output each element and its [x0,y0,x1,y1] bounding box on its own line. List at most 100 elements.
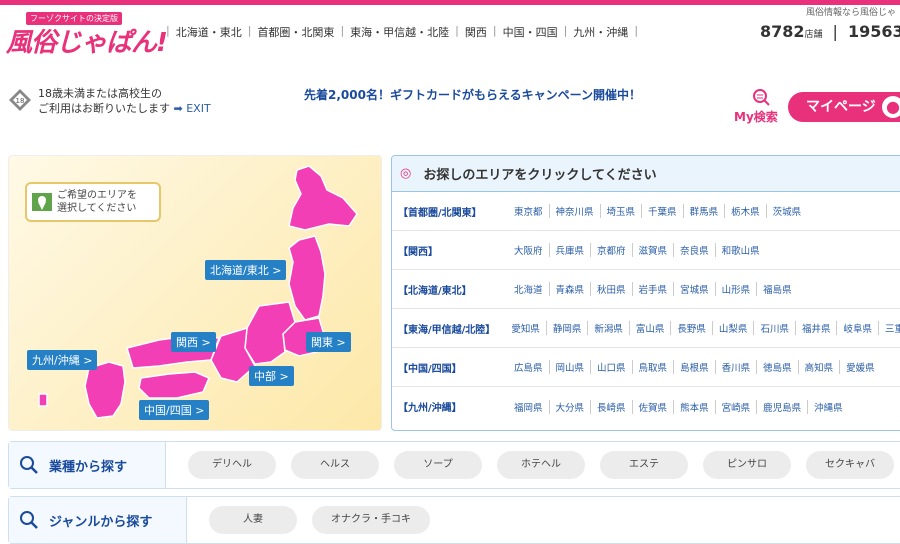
prefecture-link[interactable]: 福島県 [756,282,798,296]
campaign-banner[interactable]: 先着2,000名！ギフトカードがもらえるキャンペーン開催中！ [304,86,641,103]
prefecture-link[interactable]: 徳島県 [756,360,798,374]
region-nav: | 北海道・東北 | 首都圏・北関東 | 東海・甲信越・北陸 | 関西 | 中国… [160,24,644,40]
area-row: 【関西】 大阪府 兵庫県 京都府 滋賀県 奈良県 和歌山県 [392,231,900,270]
area-region-name[interactable]: 【東海/甲信越/北陸】 [398,321,511,336]
prefecture-link[interactable]: 石川県 [753,321,795,335]
prefecture-link[interactable]: 広島県 [514,360,549,374]
exit-link[interactable]: ➡ EXIT [174,102,211,115]
prefecture-link[interactable]: 島根県 [673,360,715,374]
prefecture-link[interactable]: 富山県 [628,321,671,335]
prefecture-link[interactable]: 兵庫県 [548,243,591,257]
prefecture-link[interactable]: 静岡県 [545,321,588,335]
filter-chip[interactable]: ヘルス [291,451,379,479]
area-region-name[interactable]: 【首都圏/北関東】 [398,204,514,219]
prefecture-link[interactable]: 山形県 [714,282,757,296]
prefecture-link[interactable]: 愛媛県 [839,360,881,374]
prefecture-link[interactable]: 沖縄県 [807,399,849,414]
prefecture-link[interactable]: 茨城県 [765,204,808,218]
area-row: 【北海道/東北】 北海道 青森県 秋田県 岩手県 宮城県 山形県 福島県 [392,270,900,309]
prefecture-link[interactable]: 大阪府 [514,243,549,257]
prefecture-link[interactable]: 山口県 [590,360,632,374]
map-shikoku[interactable] [138,371,210,399]
nav-chugoku-shikoku[interactable]: 中国・四国 [503,24,558,40]
map-okinawa[interactable] [38,393,48,407]
map-label-kyushu-okinawa[interactable]: 九州/沖縄 > [27,350,98,370]
prefecture-link[interactable]: 高知県 [797,360,840,374]
prefecture-link[interactable]: 千葉県 [641,204,683,218]
prefecture-link[interactable]: 岩手県 [631,282,674,296]
prefecture-link[interactable]: 青森県 [548,282,591,296]
map-label-chugoku-shikoku[interactable]: 中国/四国 > [139,400,210,420]
prefecture-link[interactable]: 山梨県 [711,321,754,335]
prefecture-link[interactable]: 栃木県 [724,204,766,218]
prefecture-link[interactable]: 長崎県 [590,399,632,414]
filter-chip[interactable]: ソープ [394,451,482,479]
prefecture-link[interactable]: 佐賀県 [631,399,674,414]
filter-chip[interactable]: ピンサロ [703,451,791,479]
nav-shutoken[interactable]: 首都圏・北関東 [257,24,334,40]
site-tagline: 風俗情報なら風俗じゃ [805,8,896,18]
filter-chip[interactable]: ホテヘル [497,451,585,479]
prefecture-list: 東京都 神奈川県 埼玉県 千葉県 群馬県 栃木県 茨城県 [514,204,807,218]
area-region-name[interactable]: 【関西】 [398,243,514,258]
my-search-button[interactable]: My検索 [734,88,782,124]
map-label-hokkaido-tohoku[interactable]: 北海道/東北 > [205,260,287,280]
prefecture-link[interactable]: 宮城県 [673,282,715,296]
prefecture-link[interactable]: 三重 [877,321,900,335]
prefecture-link[interactable]: 京都府 [590,243,632,257]
map-kyushu[interactable] [84,361,126,419]
prefecture-link[interactable]: 北海道 [514,282,549,296]
prefecture-link[interactable]: 群馬県 [682,204,725,218]
prefecture-link[interactable]: 岐阜県 [836,321,878,335]
prefecture-link[interactable]: 愛知県 [511,321,546,335]
prefecture-link[interactable]: 奈良県 [673,243,715,257]
prefecture-link[interactable]: 宮崎県 [714,399,757,414]
search-icon [20,456,38,474]
mypage-button[interactable]: マイページ ● [788,92,900,122]
shop-unit: 店舗 [804,30,823,40]
prefecture-link[interactable]: 鳥取県 [631,360,674,374]
prefecture-list: 愛知県静岡県新潟県富山県長野県山梨県石川県福井県岐阜県三重 [511,321,900,335]
prefecture-link[interactable]: 神奈川県 [548,204,600,218]
search-by-genre-row: ジャンルから探す 人妻 オナクラ・手コキ [8,496,900,544]
prefecture-link[interactable]: 秋田県 [590,282,632,296]
nav-kansai[interactable]: 関西 [465,24,487,40]
nav-tokai[interactable]: 東海・甲信越・北陸 [350,24,449,40]
filter-chip[interactable]: デリヘル [188,451,276,479]
prefecture-link[interactable]: 長野県 [670,321,712,335]
prefecture-link[interactable]: 福井県 [794,321,837,335]
map-label-kanto[interactable]: 関東 > [306,332,351,352]
shop-count: 8782 [760,22,805,41]
area-region-name[interactable]: 【北海道/東北】 [398,282,514,297]
nav-kyushu-okinawa[interactable]: 九州・沖縄 [573,24,628,40]
prefecture-link[interactable]: 福岡県 [514,400,549,414]
filter-chip[interactable]: 人妻 [209,506,297,534]
map-label-chubu[interactable]: 中部 > [249,366,294,386]
prefecture-link[interactable]: 新潟県 [587,321,629,335]
filter-chip[interactable]: セクキャバ [806,451,894,479]
prefecture-link[interactable]: 鹿児島県 [756,399,807,414]
nav-hokkaido-tohoku[interactable]: 北海道・東北 [176,24,242,40]
age-restriction-icon: 18 [9,89,31,111]
prefecture-link[interactable]: 埼玉県 [599,204,642,218]
area-region-name[interactable]: 【九州/沖縄】 [398,399,514,414]
map-label-kansai[interactable]: 関西 > [171,332,216,352]
prefecture-link[interactable]: 岡山県 [548,360,591,374]
prefecture-link[interactable]: 香川県 [714,360,757,374]
age-notice: 18 18歳未満または高校生の ご利用はお断りいたします ➡ EXIT [8,86,211,116]
prefecture-link[interactable]: 熊本県 [673,399,715,414]
genre-chip-list: 人妻 オナクラ・手コキ [209,506,445,534]
prefecture-link[interactable]: 大分県 [548,399,591,414]
search-icon [20,511,38,529]
site-logo[interactable]: フーゾクサイトの決定版 風俗じゃぱん! [6,12,168,58]
second-count: 195631 [847,22,900,41]
area-list-title: お探しのエリアをクリックしてください [423,168,657,183]
area-region-name[interactable]: 【中国/四国】 [398,360,514,375]
map-tohoku[interactable] [288,235,326,321]
prefecture-link[interactable]: 滋賀県 [631,243,674,257]
filter-chip[interactable]: オナクラ・手コキ [312,506,430,534]
filter-chip[interactable]: エステ [600,451,688,479]
prefecture-link[interactable]: 和歌山県 [714,243,766,257]
prefecture-link[interactable]: 東京都 [514,204,549,218]
map-hokkaido[interactable] [288,165,358,231]
